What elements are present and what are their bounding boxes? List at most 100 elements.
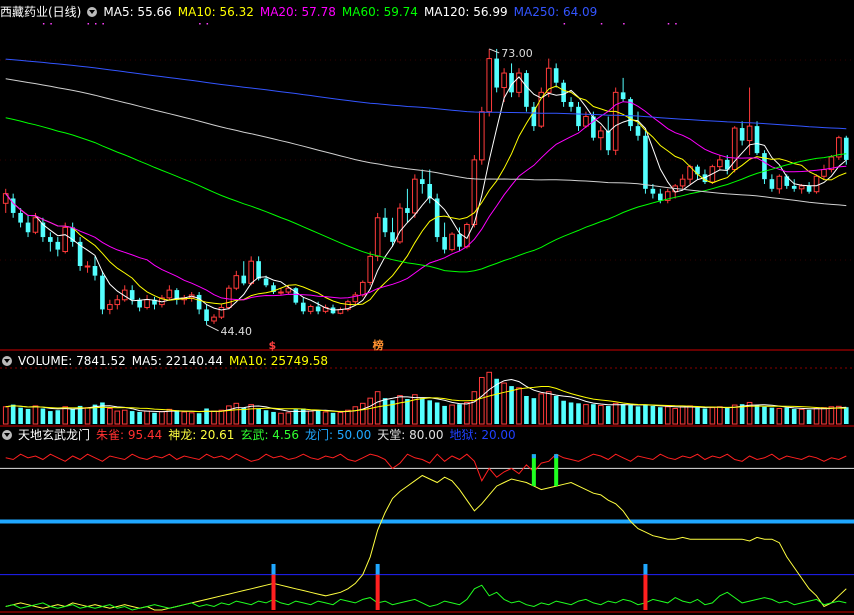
- volume-bar: [568, 402, 574, 424]
- signal-bar-cap: [271, 563, 276, 575]
- volume-bar: [754, 405, 760, 424]
- indicator-label: 朱雀: 95.44: [96, 428, 163, 442]
- candle-body: [293, 288, 299, 303]
- candle-body: [55, 241, 61, 250]
- signal-bar: [554, 454, 559, 487]
- candle-body: [412, 178, 418, 214]
- signal-dot: [102, 23, 104, 25]
- candle-body: [486, 58, 493, 113]
- volume-bar: [791, 408, 797, 424]
- volume-bar: [107, 407, 113, 425]
- signal-dot: [199, 23, 201, 25]
- signal-dot: [667, 23, 670, 25]
- candle-body: [307, 306, 314, 312]
- candle-body: [658, 193, 663, 201]
- ma-label: MA20: 57.78: [259, 5, 336, 19]
- candle-body: [359, 281, 366, 296]
- volume-bar: [798, 408, 805, 425]
- candle-body: [776, 175, 783, 190]
- candle-body: [84, 265, 91, 268]
- volume-bar: [427, 400, 433, 424]
- volume-bar: [2, 406, 9, 425]
- volume-bar: [121, 409, 128, 425]
- volume-bar: [434, 402, 440, 424]
- candle-body: [196, 294, 202, 310]
- volume-bar: [664, 406, 671, 425]
- volume-bar: [226, 405, 232, 425]
- volume-bar: [129, 411, 135, 424]
- candle-body: [300, 302, 306, 312]
- volume-bar: [442, 405, 447, 424]
- candle-body: [263, 278, 269, 286]
- candle-body: [100, 275, 105, 310]
- collapse-circle-icon[interactable]: [87, 7, 98, 17]
- volume-bar: [524, 396, 529, 424]
- collapse-circle-icon[interactable]: [2, 430, 12, 440]
- high-price-label: 73.00: [501, 47, 532, 60]
- signal-dot: [206, 23, 209, 25]
- volume-bar: [307, 410, 314, 425]
- volume-bar: [813, 407, 820, 425]
- ma-label: MA60: 59.74: [341, 5, 418, 19]
- volume-bar: [449, 404, 455, 425]
- candle-body: [643, 135, 648, 189]
- candlesticks: [2, 48, 849, 325]
- candle-body: [18, 212, 23, 223]
- volume-bar: [419, 398, 425, 424]
- candle-body: [598, 130, 604, 139]
- indicator-label: 天堂: 80.00: [377, 428, 444, 442]
- ma-legend: MA5: 55.66 MA10: 56.32 MA20: 57.78 MA60: 59…: [103, 5, 603, 19]
- signal-dot: [50, 23, 52, 25]
- signal-dot: [675, 23, 677, 25]
- signal-dot: [87, 23, 90, 25]
- signal-bar: [271, 574, 276, 610]
- volume-bar: [218, 409, 225, 425]
- candle-body: [382, 217, 388, 233]
- volume-bar: [531, 398, 537, 424]
- candle-body: [241, 275, 247, 284]
- candle-body: [576, 106, 581, 127]
- candle-body: [137, 299, 142, 308]
- signal-bar: [531, 454, 536, 487]
- volume-bar: [650, 405, 656, 424]
- volume-bar: [40, 408, 46, 424]
- candle-body: [717, 159, 723, 168]
- candle-body: [762, 153, 767, 180]
- candle-body: [478, 111, 485, 161]
- moving-average-lines: [5, 58, 847, 311]
- ma250-line: [5, 58, 847, 130]
- candle-body: [679, 178, 686, 187]
- low-price-label: 44.40: [221, 325, 253, 338]
- candle-body: [501, 72, 507, 89]
- candle-body: [754, 126, 760, 154]
- volume-bar: [405, 399, 410, 424]
- candle-body: [568, 102, 574, 107]
- candle-body: [806, 185, 812, 192]
- indicator-label: 龙门: 50.00: [305, 428, 372, 442]
- shenlong-line: [5, 474, 847, 611]
- candle-body: [791, 185, 797, 189]
- low-pointer: [206, 324, 219, 332]
- volume-bar: [181, 411, 188, 425]
- volume-bar: [583, 404, 589, 425]
- signal-bar-cap: [643, 563, 648, 575]
- volume-bar: [315, 410, 321, 424]
- candle-body: [449, 233, 455, 251]
- volume-bar: [248, 404, 254, 425]
- volume-bar: [635, 406, 641, 424]
- candle-body: [315, 306, 321, 312]
- volume-bar: [598, 404, 604, 425]
- candle-body: [204, 309, 209, 321]
- volume-panel: [2, 371, 849, 425]
- candle-body: [278, 291, 284, 294]
- indicator-panel-header: 天地玄武龙门 朱雀: 95.44 神龙: 20.61 玄武: 4.56 龙门: 50.0…: [0, 427, 528, 443]
- volume-bar: [576, 403, 581, 424]
- candle-body: [553, 68, 559, 83]
- volume-bar: [643, 405, 648, 424]
- volume-bar: [196, 413, 202, 424]
- volume-bar: [137, 411, 142, 424]
- volume-bar: [717, 406, 723, 425]
- volume-bar: [545, 391, 552, 425]
- collapse-circle-icon[interactable]: [2, 356, 12, 366]
- ma10-line: [5, 85, 847, 306]
